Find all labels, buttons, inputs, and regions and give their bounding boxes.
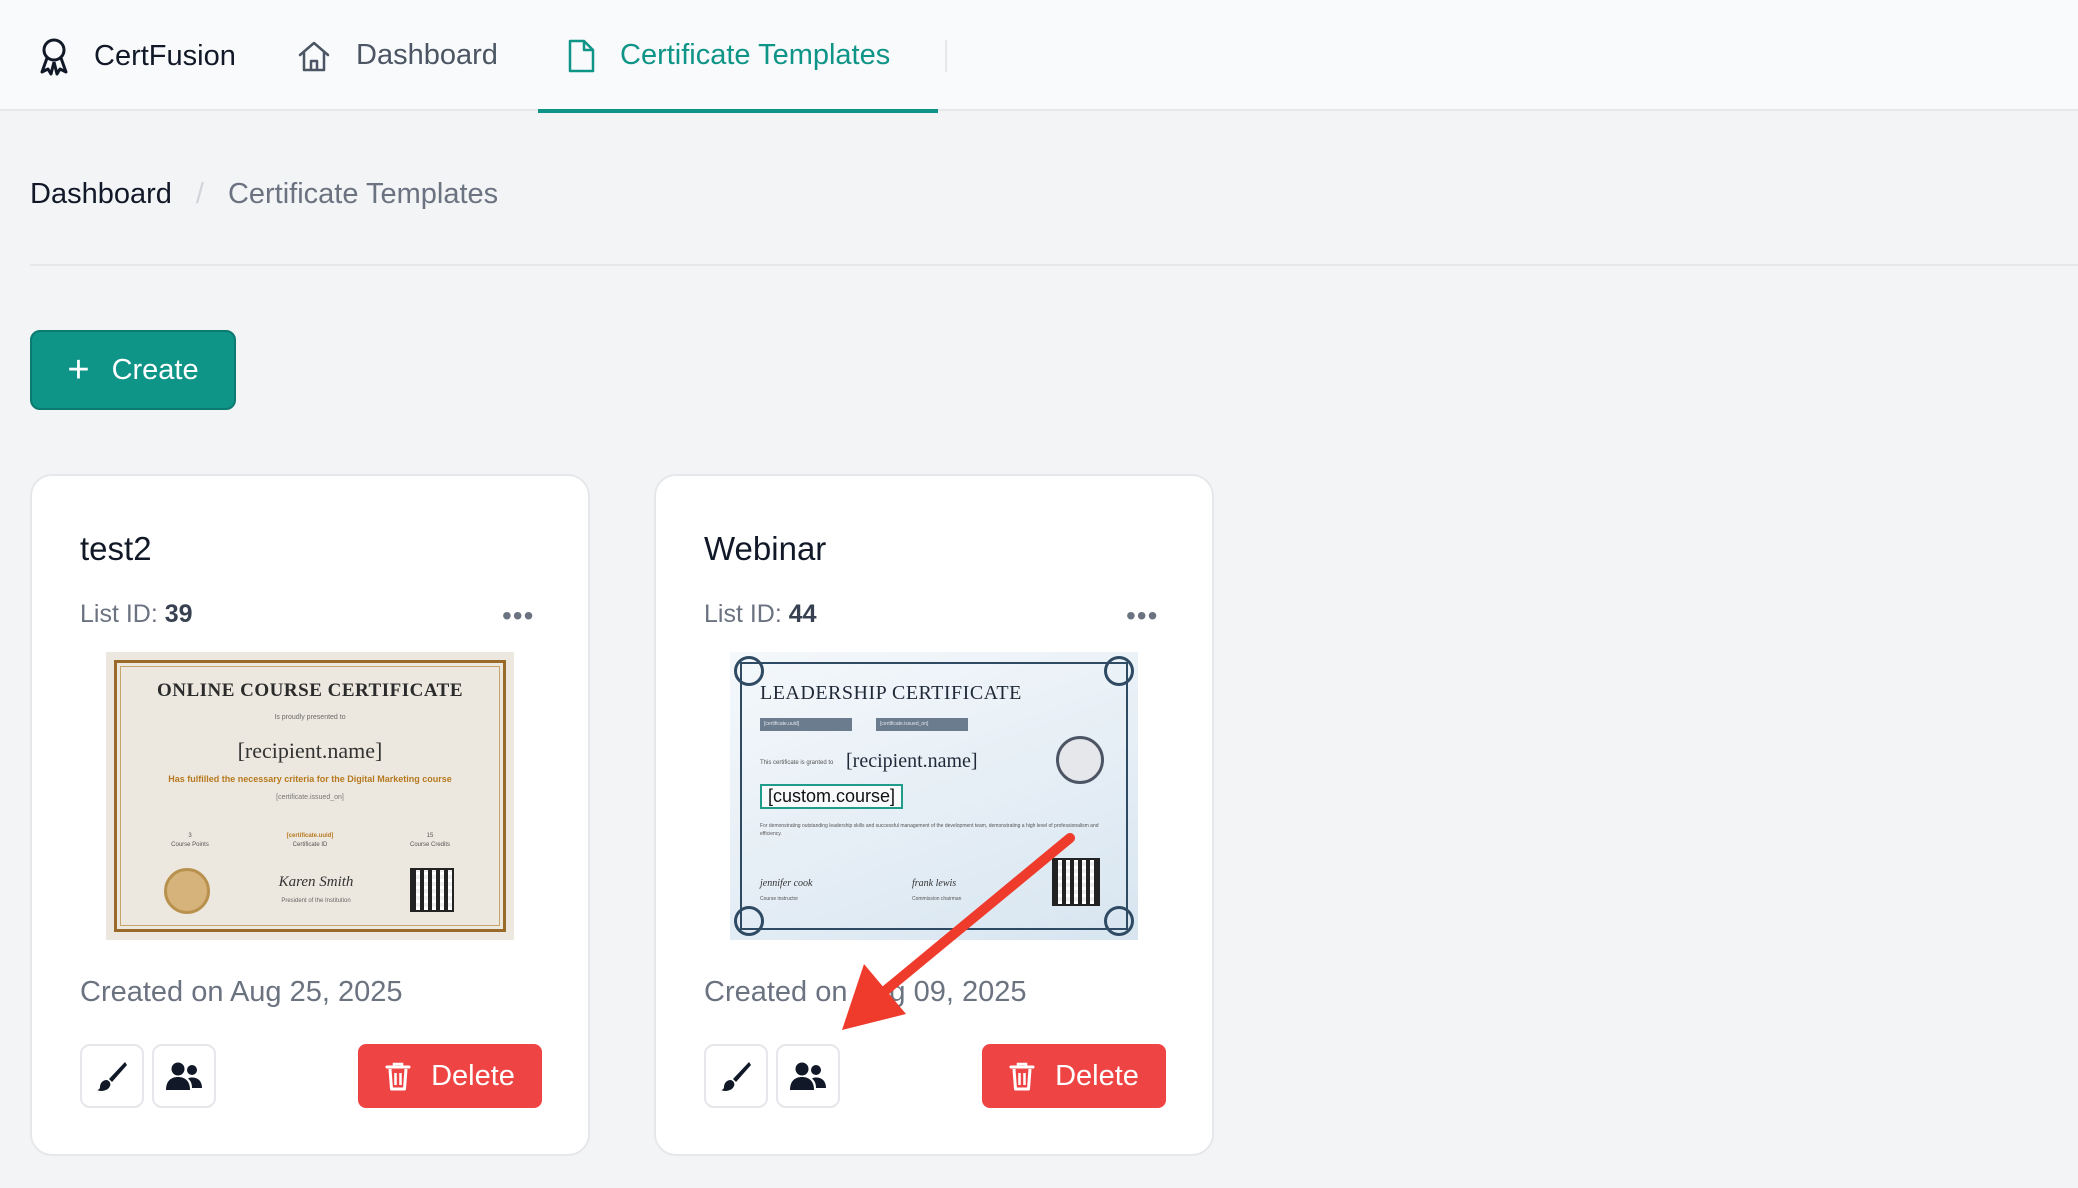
template-card: test2 List ID: 39 ••• ONLINE COURSE CERT… — [30, 474, 590, 1156]
preview-issued-tag: [certificate.issued_on] — [876, 718, 968, 731]
delete-button[interactable]: Delete — [982, 1044, 1166, 1108]
trash-icon — [1009, 1062, 1035, 1091]
breadcrumb-separator: / — [195, 178, 204, 210]
preview-recipient: [recipient.name] — [846, 750, 978, 772]
file-icon — [568, 39, 595, 72]
tab-certificate-templates[interactable]: Certificate Templates — [538, 0, 938, 113]
certificate-preview[interactable]: LEADERSHIP CERTIFICATE [certificate.uuid… — [730, 652, 1138, 940]
award-icon — [40, 38, 68, 76]
tab-dashboard-label: Dashboard — [356, 39, 498, 71]
preview-signature-1: jennifer cook — [760, 878, 813, 889]
delete-button-label: Delete — [1055, 1059, 1139, 1092]
list-id: List ID: 39 — [80, 600, 193, 629]
edit-design-button[interactable] — [80, 1044, 144, 1108]
list-id-value: 44 — [788, 600, 817, 628]
preview-recipient: [recipient.name] — [237, 738, 383, 763]
preview-signature-2: frank lewis — [912, 878, 957, 889]
tab-certificate-templates-label: Certificate Templates — [620, 39, 891, 71]
trash-icon — [385, 1062, 411, 1091]
brush-icon — [97, 1062, 127, 1091]
brush-icon — [721, 1062, 751, 1091]
preview-issued: [certificate.issued_on] — [276, 794, 344, 801]
preview-heading: LEADERSHIP CERTIFICATE — [760, 682, 1022, 704]
list-id-label: List ID: — [80, 600, 158, 628]
plus-icon: + — [67, 349, 90, 391]
qr-code-icon — [1052, 858, 1100, 906]
more-options-icon[interactable]: ••• — [1126, 600, 1158, 632]
preview-role-2: Commission chairman — [912, 896, 962, 902]
preview-points: 3 Course Points — [171, 833, 209, 848]
breadcrumb: Dashboard / Certificate Templates — [30, 178, 498, 211]
brand[interactable]: CertFusion — [36, 36, 236, 76]
list-id: List ID: 44 — [704, 600, 817, 629]
preview-presented: Is proudly presented to — [274, 714, 346, 721]
preview-signature: Karen Smith — [278, 874, 354, 890]
recipients-button[interactable] — [152, 1044, 216, 1108]
more-options-icon[interactable]: ••• — [502, 600, 534, 632]
preview-role-1: Course instructor — [760, 896, 799, 902]
create-button-label: Create — [111, 353, 199, 386]
preview-uuid-tag: [certificate.uuid] — [760, 718, 852, 731]
created-date: Created on Aug 25, 2025 — [80, 976, 403, 1008]
qr-code-icon — [410, 868, 454, 912]
created-date: Created on Aug 09, 2025 — [704, 976, 1027, 1008]
nav-divider — [945, 40, 947, 72]
list-id-value: 39 — [164, 600, 193, 628]
seal-icon — [164, 868, 210, 914]
brand-name: CertFusion — [94, 39, 236, 72]
create-button[interactable]: + Create — [30, 330, 236, 410]
template-title: test2 — [80, 530, 152, 567]
template-title: Webinar — [704, 530, 827, 567]
active-tab-indicator — [538, 109, 938, 113]
breadcrumb-dashboard[interactable]: Dashboard — [30, 178, 172, 211]
top-navbar: CertFusion Dashboard Certificate Templat… — [0, 0, 2078, 113]
preview-cert-id: [certificate.uuid] Certificate ID — [286, 833, 334, 848]
edit-design-button[interactable] — [704, 1044, 768, 1108]
preview-course: [custom.course] — [760, 784, 904, 809]
certificate-preview[interactable]: ONLINE COURSE CERTIFICATE Is proudly pre… — [106, 652, 514, 940]
users-icon — [790, 1062, 826, 1090]
seal-icon — [1056, 736, 1104, 784]
preview-body: For demonstrating outstanding leadership… — [760, 823, 1099, 837]
home-icon — [298, 41, 330, 71]
breadcrumb-current: Certificate Templates — [227, 178, 499, 210]
preview-granted: This certificate is granted to — [760, 760, 834, 766]
preview-heading: ONLINE COURSE CERTIFICATE — [156, 680, 464, 701]
preview-credits: 15 Course Credits — [409, 833, 450, 848]
preview-signer-title: President of the Institution — [281, 898, 351, 904]
list-id-label: List ID: — [704, 600, 782, 628]
delete-button-label: Delete — [431, 1059, 515, 1092]
tab-dashboard[interactable]: Dashboard — [296, 0, 498, 111]
recipients-button[interactable] — [776, 1044, 840, 1108]
divider — [30, 264, 2078, 266]
template-card: Webinar List ID: 44 ••• LEADERSHIP CERTI… — [654, 474, 1214, 1156]
users-icon — [166, 1062, 202, 1090]
preview-fulfilled: Has fulfilled the necessary criteria for… — [168, 774, 452, 784]
delete-button[interactable]: Delete — [358, 1044, 542, 1108]
